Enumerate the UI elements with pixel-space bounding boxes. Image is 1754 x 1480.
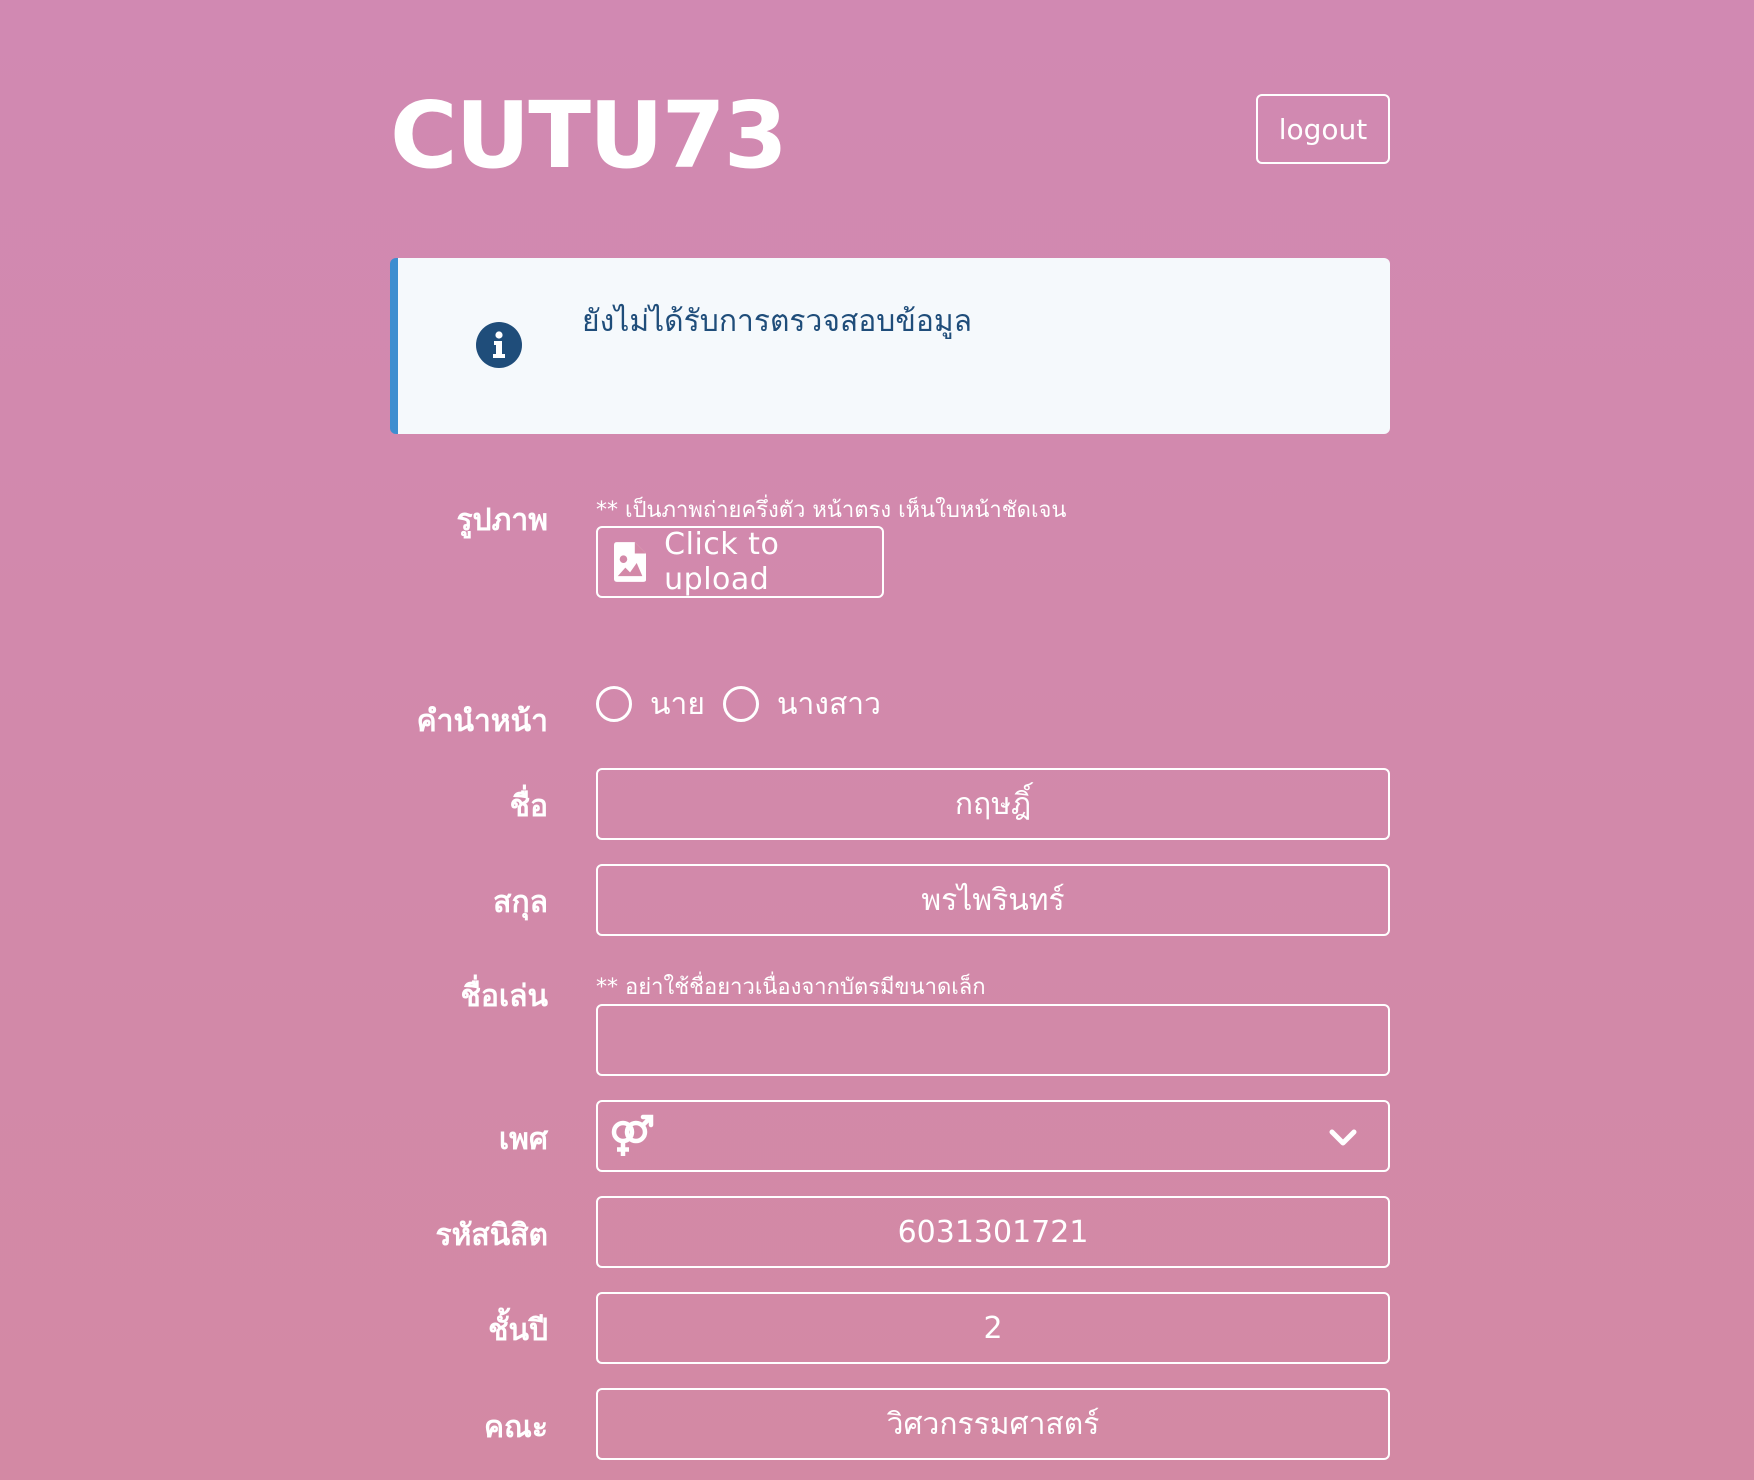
title-prefix-radio-group: นาย นางสาว xyxy=(596,680,899,728)
radio-miss[interactable] xyxy=(722,686,759,722)
page-container: CUTU73 logout ยังไม่ได้รับการตรวจสอบข้อม… xyxy=(390,0,1390,1480)
first-name-label: ชื่อ xyxy=(509,789,548,824)
status-notice: ยังไม่ได้รับการตรวจสอบข้อมูล xyxy=(390,258,1390,434)
info-icon xyxy=(476,322,522,368)
last-name-label: สกุล xyxy=(493,885,548,920)
chevron-down-icon xyxy=(1329,1129,1357,1146)
gender-select[interactable] xyxy=(596,1100,1390,1172)
student-id-field[interactable] xyxy=(596,1196,1390,1268)
venus-mars-icon xyxy=(611,1114,654,1156)
title-prefix-label: คำนำหน้า xyxy=(416,704,548,739)
nickname-label: ชื่อเล่น xyxy=(460,979,548,1014)
nickname-field[interactable] xyxy=(596,1004,1390,1076)
upload-button[interactable]: Click to upload xyxy=(596,526,884,598)
radio-mr[interactable] xyxy=(596,686,632,722)
first-name-field[interactable] xyxy=(596,768,1390,840)
photo-hint: ** เป็นภาพถ่ายครึ่งตัว หน้าตรง เห็นใบหน้… xyxy=(596,498,1067,523)
last-name-field[interactable] xyxy=(596,864,1390,936)
faculty-field[interactable] xyxy=(596,1388,1390,1460)
upload-label: Click to upload xyxy=(664,527,780,597)
student-id-label: รหัสนิสิต xyxy=(435,1218,549,1253)
logout-button[interactable]: logout xyxy=(1256,94,1390,164)
brand-title: CUTU73 xyxy=(390,82,788,189)
gender-label: เพศ xyxy=(498,1122,548,1157)
radio-mr-label: นาย xyxy=(650,686,705,722)
photo-label: รูปภาพ xyxy=(456,503,548,538)
notice-message: ยังไม่ได้รับการตรวจสอบข้อมูล xyxy=(582,304,973,339)
faculty-label: คณะ xyxy=(483,1410,548,1445)
year-field[interactable] xyxy=(596,1292,1390,1364)
radio-miss-label: นางสาว xyxy=(776,686,881,722)
year-label: ชั้นปี xyxy=(488,1313,548,1348)
file-image-icon xyxy=(614,542,647,582)
nickname-hint: ** อย่าใช้ชื่อยาวเนื่องจากบัตรมีขนาดเล็ก xyxy=(596,975,986,1000)
